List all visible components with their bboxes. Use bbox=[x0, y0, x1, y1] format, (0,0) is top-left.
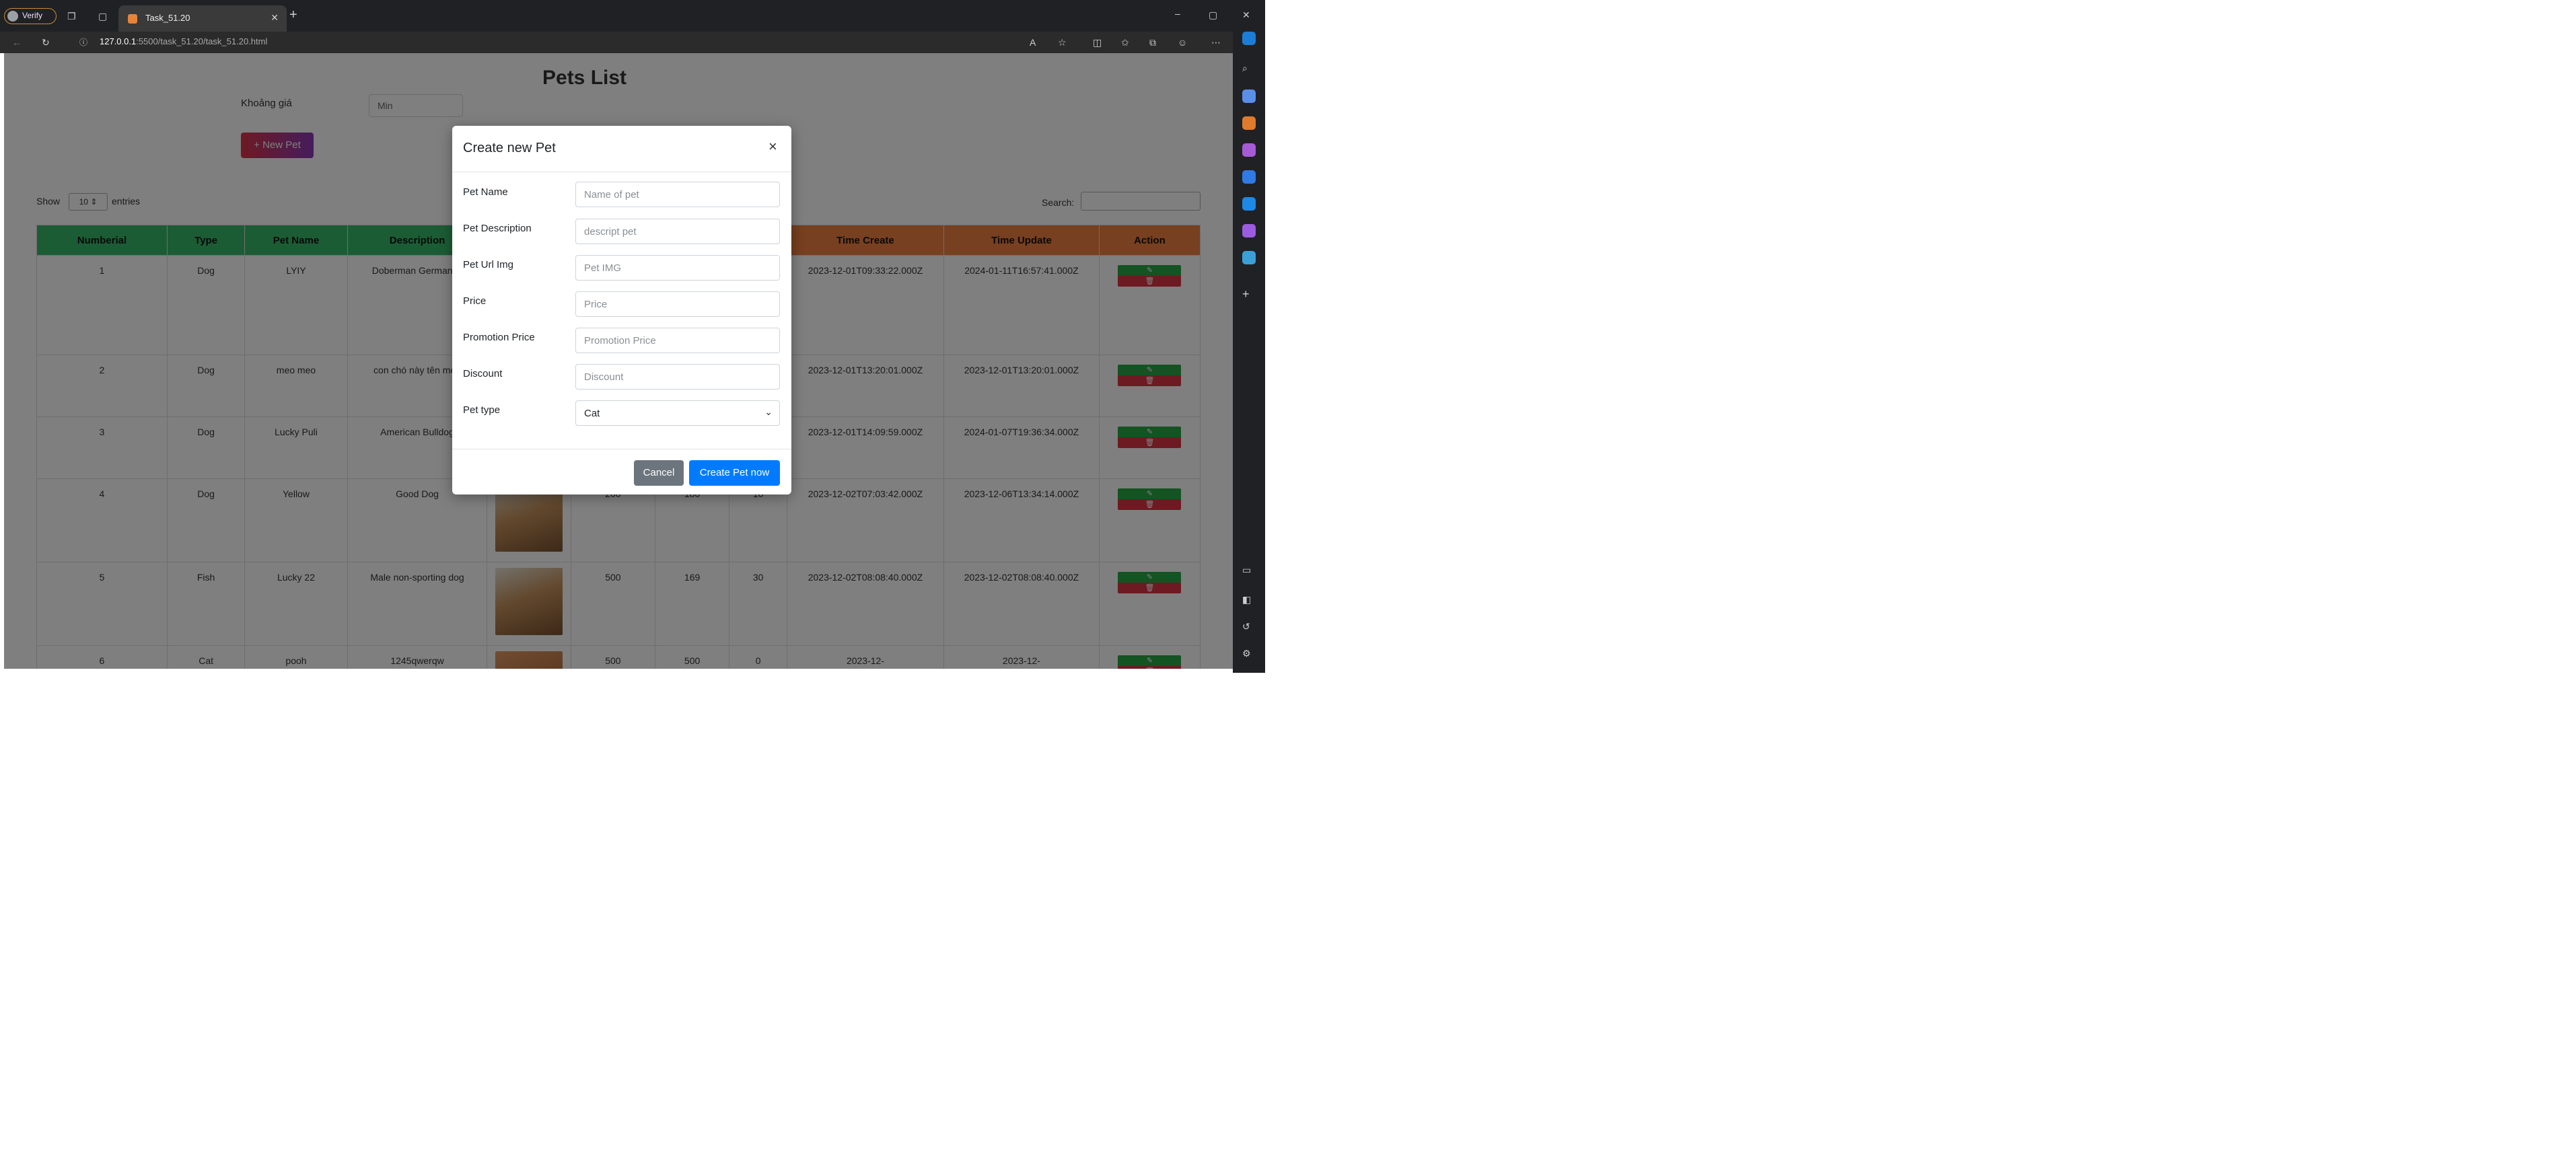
chevron-down-icon: ⌄ bbox=[764, 406, 773, 417]
search-icon[interactable]: ⌕ bbox=[1242, 61, 1248, 75]
url-host: 127.0.0.1 bbox=[100, 36, 137, 46]
shopping-icon[interactable] bbox=[1242, 89, 1256, 103]
browser-tab[interactable]: Task_51.20 ✕ bbox=[118, 5, 287, 32]
maximize-icon[interactable]: ▢ bbox=[1209, 8, 1217, 22]
tab-title: Task_51.20 bbox=[145, 13, 190, 23]
create-pet-modal: Create new Pet × Pet Name Pet Descriptio… bbox=[452, 126, 791, 495]
history-icon[interactable]: ↺ bbox=[1242, 620, 1250, 633]
games-icon[interactable] bbox=[1242, 143, 1256, 157]
browser-sidebar: ⌕ + ▭ ◧ ↺ ⚙ bbox=[1233, 32, 1265, 673]
pet-type-label: Pet type bbox=[463, 404, 501, 416]
collections-icon[interactable]: ⧉ bbox=[1149, 36, 1156, 49]
pet-description-input[interactable] bbox=[575, 219, 780, 244]
site-info-icon[interactable]: ⓘ bbox=[79, 36, 87, 49]
promotion-price-input[interactable] bbox=[575, 328, 780, 353]
add-sidebar-app-icon[interactable]: + bbox=[1242, 287, 1250, 301]
close-icon[interactable]: × bbox=[768, 139, 777, 154]
price-input[interactable] bbox=[575, 291, 780, 317]
cancel-button[interactable]: Cancel bbox=[634, 460, 684, 486]
pet-name-input[interactable] bbox=[575, 182, 780, 207]
drop-icon[interactable] bbox=[1242, 251, 1256, 264]
new-tab-icon[interactable]: + bbox=[289, 8, 297, 22]
pet-description-label: Pet Description bbox=[463, 223, 532, 234]
pet-url-img-label: Pet Url Img bbox=[463, 259, 514, 270]
pet-type-select[interactable]: Cat ⌄ bbox=[575, 400, 780, 426]
price-label: Price bbox=[463, 295, 487, 307]
modal-title: Create new Pet bbox=[463, 141, 556, 155]
avatar bbox=[7, 11, 18, 22]
read-aloud-icon[interactable]: A bbox=[1030, 36, 1036, 49]
close-window-icon[interactable]: ✕ bbox=[1242, 8, 1250, 22]
tools-icon[interactable] bbox=[1242, 116, 1256, 130]
pet-url-img-input[interactable] bbox=[575, 255, 780, 281]
promotion-price-label: Promotion Price bbox=[463, 332, 535, 343]
page-viewport: Pets List Khoảng giá Min + New Pet Show … bbox=[4, 53, 1233, 669]
discount-input[interactable] bbox=[575, 364, 780, 390]
split-screen-icon[interactable]: ◫ bbox=[1093, 36, 1102, 49]
tab-actions-icon[interactable]: ▢ bbox=[98, 9, 107, 23]
browser-window: Verify ❐ ▢ Task_51.20 ✕ + – ▢ ✕ ← ↻ ⓘ 12… bbox=[0, 0, 1265, 673]
pet-type-value: Cat bbox=[584, 408, 600, 419]
refresh-icon[interactable]: ↻ bbox=[42, 36, 50, 49]
url-path: :5500/task_51.20/task_51.20.html bbox=[136, 36, 268, 46]
back-icon[interactable]: ← bbox=[12, 36, 22, 49]
minimize-icon[interactable]: – bbox=[1175, 7, 1180, 20]
favicon-icon bbox=[128, 14, 137, 24]
profile-label: Verify bbox=[22, 11, 43, 20]
profile-button[interactable]: Verify bbox=[4, 8, 57, 24]
settings-icon[interactable]: ⚙ bbox=[1242, 647, 1251, 660]
discount-label: Discount bbox=[463, 368, 503, 379]
favorites-icon[interactable]: ✩ bbox=[1121, 36, 1129, 49]
outlook-icon[interactable] bbox=[1242, 197, 1256, 211]
workspaces-icon[interactable]: ❐ bbox=[67, 9, 76, 23]
title-bar: Verify ❐ ▢ Task_51.20 ✕ + – ▢ ✕ bbox=[0, 0, 1265, 32]
create-pet-button[interactable]: Create Pet now bbox=[689, 460, 780, 486]
more-menu-icon[interactable]: ⋯ bbox=[1211, 36, 1221, 49]
sidebar-toggle-icon[interactable]: ◧ bbox=[1242, 593, 1251, 606]
url-field[interactable]: 127.0.0.1:5500/task_51.20/task_51.20.htm… bbox=[100, 36, 267, 46]
office-icon[interactable] bbox=[1242, 170, 1256, 184]
feedback-icon[interactable]: ☺ bbox=[1178, 36, 1187, 49]
favorite-star-icon[interactable]: ☆ bbox=[1058, 36, 1067, 49]
screen-icon[interactable]: ▭ bbox=[1242, 563, 1251, 577]
close-tab-icon[interactable]: ✕ bbox=[271, 12, 279, 24]
pet-name-label: Pet Name bbox=[463, 186, 508, 198]
address-bar: ← ↻ ⓘ 127.0.0.1:5500/task_51.20/task_51.… bbox=[0, 32, 1265, 53]
copilot-icon[interactable] bbox=[1242, 32, 1256, 45]
designer-icon[interactable] bbox=[1242, 224, 1256, 237]
